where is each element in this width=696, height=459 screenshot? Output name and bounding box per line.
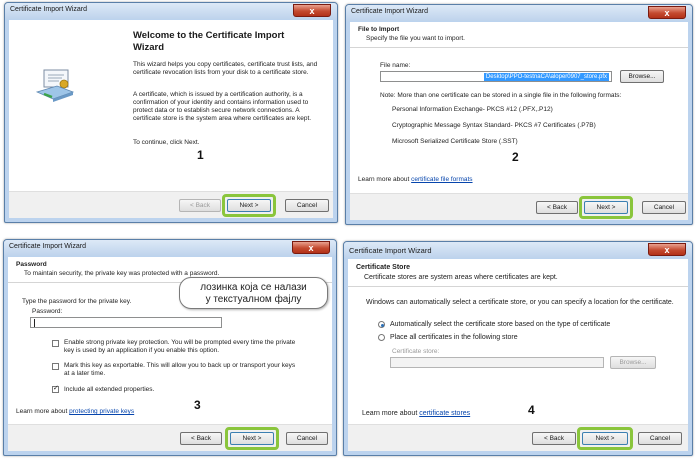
file-name-input[interactable]: Desktop\PPO-testnaCA\aloper0907_store.pf… — [380, 71, 612, 82]
step1-heading: Welcome to the Certificate Import Wizard — [133, 30, 285, 53]
learn-more-prefix: Learn more about — [362, 410, 420, 417]
title-bar[interactable]: Certificate Import Wizard x — [346, 5, 692, 21]
step1-para1: This wizard helps you copy certificates,… — [133, 61, 318, 77]
wizard-body: Certificate Store Certificate stores are… — [348, 259, 688, 451]
protecting-private-keys-link[interactable]: protecting private keys — [69, 408, 134, 415]
store-label: Certificate store: — [392, 348, 440, 355]
window-title: Certificate Import Wizard — [351, 8, 429, 15]
back-button[interactable]: < Back — [532, 432, 576, 445]
title-bar[interactable]: Certificate Import Wizard x — [344, 242, 692, 258]
learn-more-text: Learn more about protecting private keys — [16, 408, 134, 416]
wizard-footer: < Back Next > Cancel — [8, 424, 332, 451]
back-button[interactable]: < Back — [536, 201, 578, 214]
next-highlight — [222, 194, 276, 217]
cancel-button[interactable]: Cancel — [285, 199, 329, 212]
exportable-label: Mark this key as exportable. This will a… — [64, 362, 296, 378]
cancel-button[interactable]: Cancel — [642, 201, 686, 214]
certificate-file-formats-link[interactable]: certificate file formats — [411, 176, 472, 183]
step1-para3: To continue, click Next. — [133, 139, 200, 146]
wizard-window-step4: Certificate Import Wizard x Certificate … — [343, 241, 693, 456]
strong-protection-checkbox[interactable] — [52, 340, 59, 347]
close-button[interactable]: x — [648, 6, 686, 19]
next-highlight — [577, 427, 633, 450]
wizard-footer: < Back Next > Cancel — [9, 191, 333, 218]
header-title: Certificate Store — [356, 264, 411, 271]
step-number-1: 1 — [197, 148, 204, 162]
password-field[interactable] — [30, 317, 222, 328]
window-title: Certificate Import Wizard — [9, 243, 87, 250]
learn-more-prefix: Learn more about — [16, 408, 70, 415]
close-button[interactable]: x — [293, 4, 331, 17]
learn-more-text: Learn more about certificate stores — [362, 410, 470, 419]
format-item: Personal Information Exchange- PKCS #12 … — [392, 106, 553, 113]
wizard-window-step2: Certificate Import Wizard x File to Impo… — [345, 4, 693, 225]
next-highlight — [579, 196, 633, 219]
header-title: File to Import — [358, 26, 400, 33]
step-number-3: 3 — [194, 398, 201, 412]
window-title: Certificate Import Wizard — [10, 6, 88, 13]
extended-properties-label: Include all extended properties. — [64, 386, 155, 393]
wizard-header: File to Import Specify the file you want… — [350, 22, 688, 48]
close-button[interactable]: x — [292, 241, 330, 254]
title-bar[interactable]: Certificate Import Wizard x — [5, 3, 337, 19]
learn-more-prefix: Learn more about — [358, 176, 412, 183]
cancel-button[interactable]: Cancel — [638, 432, 682, 445]
close-icon: x — [664, 245, 670, 255]
wizard-body: File to Import Specify the file you want… — [350, 22, 688, 220]
text-cursor — [34, 319, 35, 327]
file-name-label: File name: — [380, 62, 411, 69]
exportable-checkbox[interactable] — [52, 363, 59, 370]
certificate-store-field[interactable] — [390, 357, 604, 368]
close-icon: x — [308, 243, 314, 253]
callout-text: лозинка која се налази у текстуалном фај… — [200, 282, 307, 305]
certificate-icon — [35, 66, 75, 102]
window-title: Certificate Import Wizard — [349, 246, 432, 255]
file-name-value: Desktop\PPO-testnaCA\aloper0907_store.pf… — [483, 73, 609, 81]
close-button[interactable]: x — [648, 243, 686, 256]
header-subtitle: Certificate stores are system areas wher… — [364, 274, 558, 281]
cancel-button[interactable]: Cancel — [286, 432, 328, 445]
step-number-2: 2 — [512, 150, 519, 164]
learn-more-text: Learn more about certificate file format… — [358, 176, 473, 184]
wizard-body: Welcome to the Certificate Import Wizard… — [9, 20, 333, 218]
wizard-header: Certificate Store Certificate stores are… — [348, 259, 688, 287]
store-intro: Windows can automatically select a certi… — [366, 299, 674, 306]
back-button[interactable]: < Back — [180, 432, 222, 445]
step1-para2: A certificate, which is issued by a cert… — [133, 91, 312, 123]
certificate-stores-link[interactable]: certificate stores — [419, 410, 470, 417]
browse-button[interactable]: Browse... — [620, 70, 664, 83]
wizard-footer: < Back Next > Cancel — [348, 424, 688, 451]
format-item: Cryptographic Message Syntax Standard- P… — [392, 122, 596, 129]
place-store-label: Place all certificates in the following … — [390, 334, 518, 341]
extended-properties-checkbox[interactable] — [52, 384, 59, 393]
close-icon: x — [309, 6, 315, 16]
formats-note: Note: More than one certificate can be s… — [380, 92, 622, 99]
wizard-window-step3: Certificate Import Wizard x Password To … — [3, 239, 337, 456]
step-number-4: 4 — [528, 403, 535, 417]
browse-button[interactable]: Browse... — [610, 356, 656, 369]
wizard-footer: < Back Next > Cancel — [350, 193, 688, 220]
wizard-window-step1: Certificate Import Wizard x Welcome to t… — [4, 2, 338, 223]
place-store-radio[interactable] — [378, 334, 385, 341]
header-subtitle: Specify the file you want to import. — [366, 35, 465, 42]
strong-protection-label: Enable strong private key protection. Yo… — [64, 339, 296, 355]
header-title: Password — [16, 261, 47, 268]
auto-select-radio[interactable] — [378, 321, 385, 328]
auto-select-label: Automatically select the certificate sto… — [390, 321, 611, 328]
back-button[interactable]: < Back — [179, 199, 221, 212]
next-highlight — [225, 427, 279, 450]
password-callout: лозинка која се налази у текстуалном фај… — [179, 277, 328, 309]
close-icon: x — [664, 8, 670, 18]
header-subtitle: To maintain security, the private key wa… — [24, 270, 220, 277]
title-bar[interactable]: Certificate Import Wizard x — [4, 240, 336, 256]
password-label: Password: — [32, 308, 63, 315]
type-password-label: Type the password for the private key. — [22, 298, 132, 305]
format-item: Microsoft Serialized Certificate Store (… — [392, 138, 518, 145]
